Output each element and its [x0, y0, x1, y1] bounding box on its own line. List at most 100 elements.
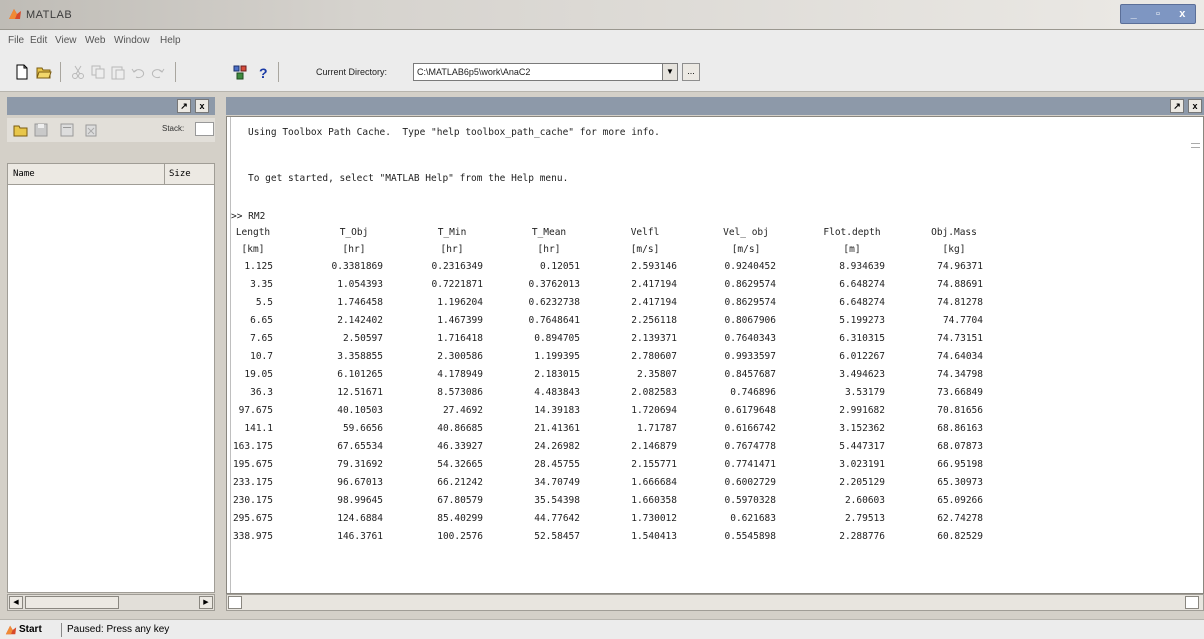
table-cell: 74.88691 — [937, 279, 983, 290]
save-icon[interactable] — [33, 122, 49, 138]
cut-icon[interactable] — [70, 64, 86, 80]
command-window-horizontal-scrollbar[interactable] — [226, 594, 1204, 611]
undock-button[interactable]: ↗ — [177, 99, 191, 113]
table-cell: 40.86685 — [437, 423, 483, 434]
table-header: T_Mean — [531, 227, 567, 238]
stack-select[interactable] — [195, 122, 214, 136]
new-file-icon[interactable] — [14, 64, 30, 80]
table-cell: 40.10503 — [337, 405, 383, 416]
command-window-output[interactable]: Using Toolbox Path Cache. Type "help too… — [226, 116, 1204, 594]
menu-window[interactable]: Window — [114, 35, 150, 46]
menu-file[interactable]: File — [8, 35, 24, 46]
table-cell: 2.082583 — [631, 387, 677, 398]
table-cell: 3.53179 — [844, 387, 885, 398]
current-directory-input[interactable]: C:\MATLAB6p5\work\AnaC2 — [413, 63, 663, 81]
open-folder-icon[interactable] — [13, 122, 29, 138]
table-cell: 3.358855 — [337, 351, 383, 362]
menu-view[interactable]: View — [55, 35, 77, 46]
table-cell: 36.3 — [250, 387, 273, 398]
table-cell: 0.12051 — [539, 261, 580, 272]
start-button[interactable]: Start — [19, 624, 42, 635]
menu-help[interactable]: Help — [160, 35, 181, 46]
undock-button[interactable]: ↗ — [1170, 99, 1184, 113]
table-cell: 2.300586 — [437, 351, 483, 362]
table-header: Length — [235, 227, 271, 238]
close-button[interactable]: x — [1179, 8, 1185, 20]
table-cell: 1.540413 — [631, 531, 677, 542]
command-window-titlebar: ↗ x — [226, 97, 1204, 115]
table-cell: 233.175 — [232, 477, 273, 488]
table-cell: 2.417194 — [631, 279, 677, 290]
table-cell: 2.183015 — [534, 369, 580, 380]
minimize-button[interactable]: _ — [1131, 8, 1137, 20]
scroll-left-arrow[interactable]: ◀ — [9, 596, 23, 609]
status-bar: Start Paused: Press any key — [0, 619, 1204, 639]
matlab-start-icon[interactable] — [5, 624, 17, 636]
workspace-variable-list[interactable] — [7, 185, 215, 593]
table-cell: 74.73151 — [937, 333, 983, 344]
table-cell: 163.175 — [232, 441, 273, 452]
table-cell: 4.178949 — [437, 369, 483, 380]
table-cell: 0.3381869 — [331, 261, 383, 272]
table-cell: 0.7674778 — [724, 441, 776, 452]
menu-web[interactable]: Web — [85, 35, 105, 46]
table-cell: 1.716418 — [437, 333, 483, 344]
redo-icon[interactable] — [150, 64, 166, 80]
delete-icon[interactable] — [83, 122, 99, 138]
table-cell: 230.175 — [232, 495, 273, 506]
menu-edit[interactable]: Edit — [30, 35, 47, 46]
open-selection-icon[interactable] — [59, 122, 75, 138]
table-cell: 2.417194 — [631, 297, 677, 308]
maximize-button[interactable]: ▫ — [1156, 8, 1160, 20]
column-name-header[interactable]: Name — [13, 169, 35, 179]
paste-icon[interactable] — [110, 64, 126, 80]
scroll-marker — [1191, 143, 1200, 144]
table-header: Obj.Mass — [931, 227, 977, 238]
help-icon[interactable]: ? — [255, 64, 271, 80]
copy-icon[interactable] — [90, 64, 106, 80]
table-cell: 67.65534 — [337, 441, 383, 452]
table-cell: 60.82529 — [937, 531, 983, 542]
open-folder-icon[interactable] — [36, 64, 52, 80]
table-cell: 46.33927 — [437, 441, 483, 452]
table-cell: 98.99645 — [337, 495, 383, 506]
table-cell: 0.9240452 — [724, 261, 776, 272]
table-cell: 100.2576 — [437, 531, 483, 542]
scroll-marker — [1191, 147, 1200, 148]
table-cell: 0.6002729 — [724, 477, 776, 488]
undo-icon[interactable] — [130, 64, 146, 80]
current-directory-dropdown[interactable]: ▼ — [662, 63, 678, 81]
table-cell: 0.3762013 — [528, 279, 580, 290]
workspace-horizontal-scrollbar[interactable]: ◀ ▶ — [7, 594, 215, 611]
column-size-header[interactable]: Size — [169, 169, 191, 179]
table-header: Vel_ obj — [723, 227, 769, 238]
table-cell: 97.675 — [238, 405, 273, 416]
table-cell: 6.101265 — [337, 369, 383, 380]
table-cell: 7.65 — [250, 333, 273, 344]
table-cell: 3.152362 — [839, 423, 885, 434]
table-cell: 0.5970328 — [724, 495, 776, 506]
table-cell: 19.05 — [244, 369, 273, 380]
close-panel-button[interactable]: x — [1188, 99, 1202, 113]
table-cell: 3.494623 — [839, 369, 885, 380]
table-cell: 8.573086 — [437, 387, 483, 398]
table-cell: 0.7648641 — [528, 315, 580, 326]
scroll-right-arrow[interactable] — [1185, 596, 1199, 609]
workspace-titlebar: ↗ x — [7, 97, 215, 115]
column-divider[interactable] — [164, 164, 165, 184]
menu-bar: File Edit View Web Window Help — [0, 30, 1204, 52]
close-panel-button[interactable]: x — [195, 99, 209, 113]
command-prompt: >> RM2 — [231, 211, 266, 222]
scroll-right-arrow[interactable]: ▶ — [199, 596, 213, 609]
table-cell: 59.6656 — [342, 423, 383, 434]
table-cell: 3.35 — [250, 279, 273, 290]
simulink-icon[interactable] — [232, 64, 248, 80]
table-cell: 0.9933597 — [724, 351, 776, 362]
table-cell: 12.51671 — [337, 387, 383, 398]
browse-directory-button[interactable]: ... — [682, 63, 700, 81]
table-cell: 0.894705 — [534, 333, 580, 344]
scroll-left-arrow[interactable] — [228, 596, 242, 609]
table-cell: 1.746458 — [337, 297, 383, 308]
table-cell: 2.205129 — [839, 477, 885, 488]
scroll-thumb[interactable] — [25, 596, 119, 609]
